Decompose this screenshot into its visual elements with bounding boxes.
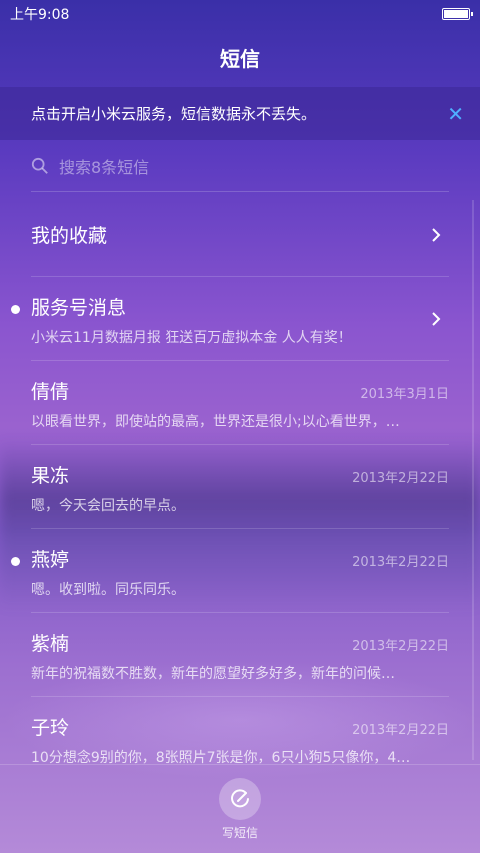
search-input[interactable]: 搜索8条短信 xyxy=(31,140,449,192)
list-item-snippet: 小米云11月数据月报 狂送百万虚拟本金 人人有奖！ xyxy=(31,330,352,346)
search-icon xyxy=(31,157,48,174)
chevron-right-icon xyxy=(432,312,441,326)
list-item[interactable]: 果冻 2013年2月22日 嗯，今天会回去的早点。 xyxy=(31,445,449,529)
page-title: 短信 xyxy=(220,46,260,71)
list-item-date: 2013年2月22日 xyxy=(352,639,449,654)
cloud-banner[interactable]: 点击开启小米云服务，短信数据永不丢失。 ✕ xyxy=(0,87,480,140)
status-time: 上午9:08 xyxy=(10,7,70,23)
title-bar: 短信 xyxy=(0,28,480,86)
chevron-right-icon xyxy=(432,228,441,242)
compose-button[interactable] xyxy=(219,777,261,820)
list-item[interactable]: 燕婷 2013年2月22日 嗯。收到啦。同乐同乐。 xyxy=(11,529,449,613)
list-item-snippet: 以眼看世界，即使站的最高，世界还是很小;以心看世界，… xyxy=(31,414,400,430)
list-item-snippet: 嗯，今天会回去的早点。 xyxy=(31,498,185,514)
unread-dot xyxy=(11,557,20,566)
list-item-snippet: 嗯。收到啦。同乐同乐。 xyxy=(31,582,185,598)
list-item-snippet: 新年的祝福数不胜数，新年的愿望好多好多，新年的问候… xyxy=(31,666,395,682)
list-item-name: 果冻 xyxy=(31,465,70,487)
list-item-name: 倩倩 xyxy=(31,381,70,403)
list-item-date: 2013年3月1日 xyxy=(360,387,449,402)
banner-text: 点击开启小米云服务，短信数据永不丢失。 xyxy=(31,105,317,123)
unread-dot xyxy=(11,305,20,314)
list-item-name: 服务号消息 xyxy=(31,297,127,319)
list-item[interactable]: 紫楠 2013年2月22日 新年的祝福数不胜数，新年的愿望好多好多，新年的问候… xyxy=(31,613,449,697)
list-item-service[interactable]: 服务号消息 小米云11月数据月报 狂送百万虚拟本金 人人有奖！ xyxy=(11,277,449,361)
list-item-name: 子玲 xyxy=(31,717,70,739)
close-icon[interactable]: ✕ xyxy=(447,102,464,126)
list-item-name: 紫楠 xyxy=(31,633,70,655)
status-bar: 上午9:08 xyxy=(0,0,480,28)
list-item-date: 2013年2月22日 xyxy=(352,555,449,570)
compose-icon xyxy=(231,788,249,807)
list-item-name: 我的收藏 xyxy=(31,225,108,247)
list-item-name: 燕婷 xyxy=(31,549,70,571)
list-item-date: 2013年2月22日 xyxy=(352,723,449,738)
list-item-favorites[interactable]: 我的收藏 xyxy=(31,193,449,277)
compose-label: 写短信 xyxy=(221,825,258,840)
scrollbar[interactable] xyxy=(472,200,474,760)
list-item[interactable]: 倩倩 2013年3月1日 以眼看世界，即使站的最高，世界还是很小;以心看世界，… xyxy=(31,361,449,445)
conversation-list: 我的收藏 服务号消息 小米云11月数据月报 狂送百万虚拟本金 人人有奖！ 倩倩 … xyxy=(0,193,480,781)
battery-icon xyxy=(442,8,473,20)
list-item-date: 2013年2月22日 xyxy=(352,471,449,486)
bottom-bar: 写短信 xyxy=(0,764,480,853)
search-placeholder: 搜索8条短信 xyxy=(59,157,150,177)
